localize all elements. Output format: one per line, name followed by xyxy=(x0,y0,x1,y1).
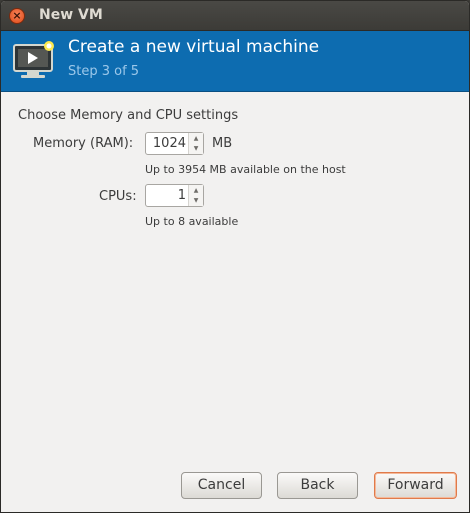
memory-increment-icon[interactable]: ▲ xyxy=(192,134,200,143)
memory-stepper[interactable]: ▲ ▼ xyxy=(188,133,203,154)
cpus-hint: Up to 8 available xyxy=(145,215,239,228)
memory-unit: MB xyxy=(212,136,233,151)
cpus-spinbox[interactable]: 1 ▲ ▼ xyxy=(145,184,204,207)
new-vm-window: × New VM Create a new virtual machine St… xyxy=(0,0,470,513)
cancel-button[interactable]: Cancel xyxy=(181,472,262,499)
forward-button[interactable]: Forward xyxy=(374,472,457,499)
title-bar[interactable]: × New VM xyxy=(1,1,469,31)
memory-decrement-icon[interactable]: ▼ xyxy=(192,144,200,153)
memory-spinbox[interactable]: 1024 ▲ ▼ xyxy=(145,132,204,155)
wizard-header: Create a new virtual machine Step 3 of 5 xyxy=(1,31,469,92)
cpus-value[interactable]: 1 xyxy=(178,188,186,203)
cpus-label: CPUs: xyxy=(99,189,137,204)
back-button[interactable]: Back xyxy=(277,472,358,499)
cpus-decrement-icon[interactable]: ▼ xyxy=(192,196,200,205)
section-label: Choose Memory and CPU settings xyxy=(18,108,239,123)
cpus-increment-icon[interactable]: ▲ xyxy=(192,186,200,195)
wizard-step: Step 3 of 5 xyxy=(68,64,140,79)
window-title: New VM xyxy=(39,7,103,23)
vm-monitor-icon xyxy=(13,41,54,78)
close-icon[interactable]: × xyxy=(9,8,25,24)
memory-label: Memory (RAM): xyxy=(33,136,134,151)
wizard-title: Create a new virtual machine xyxy=(68,37,320,57)
memory-hint: Up to 3954 MB available on the host xyxy=(145,163,346,176)
cpus-stepper[interactable]: ▲ ▼ xyxy=(188,185,203,206)
memory-value[interactable]: 1024 xyxy=(153,136,186,151)
